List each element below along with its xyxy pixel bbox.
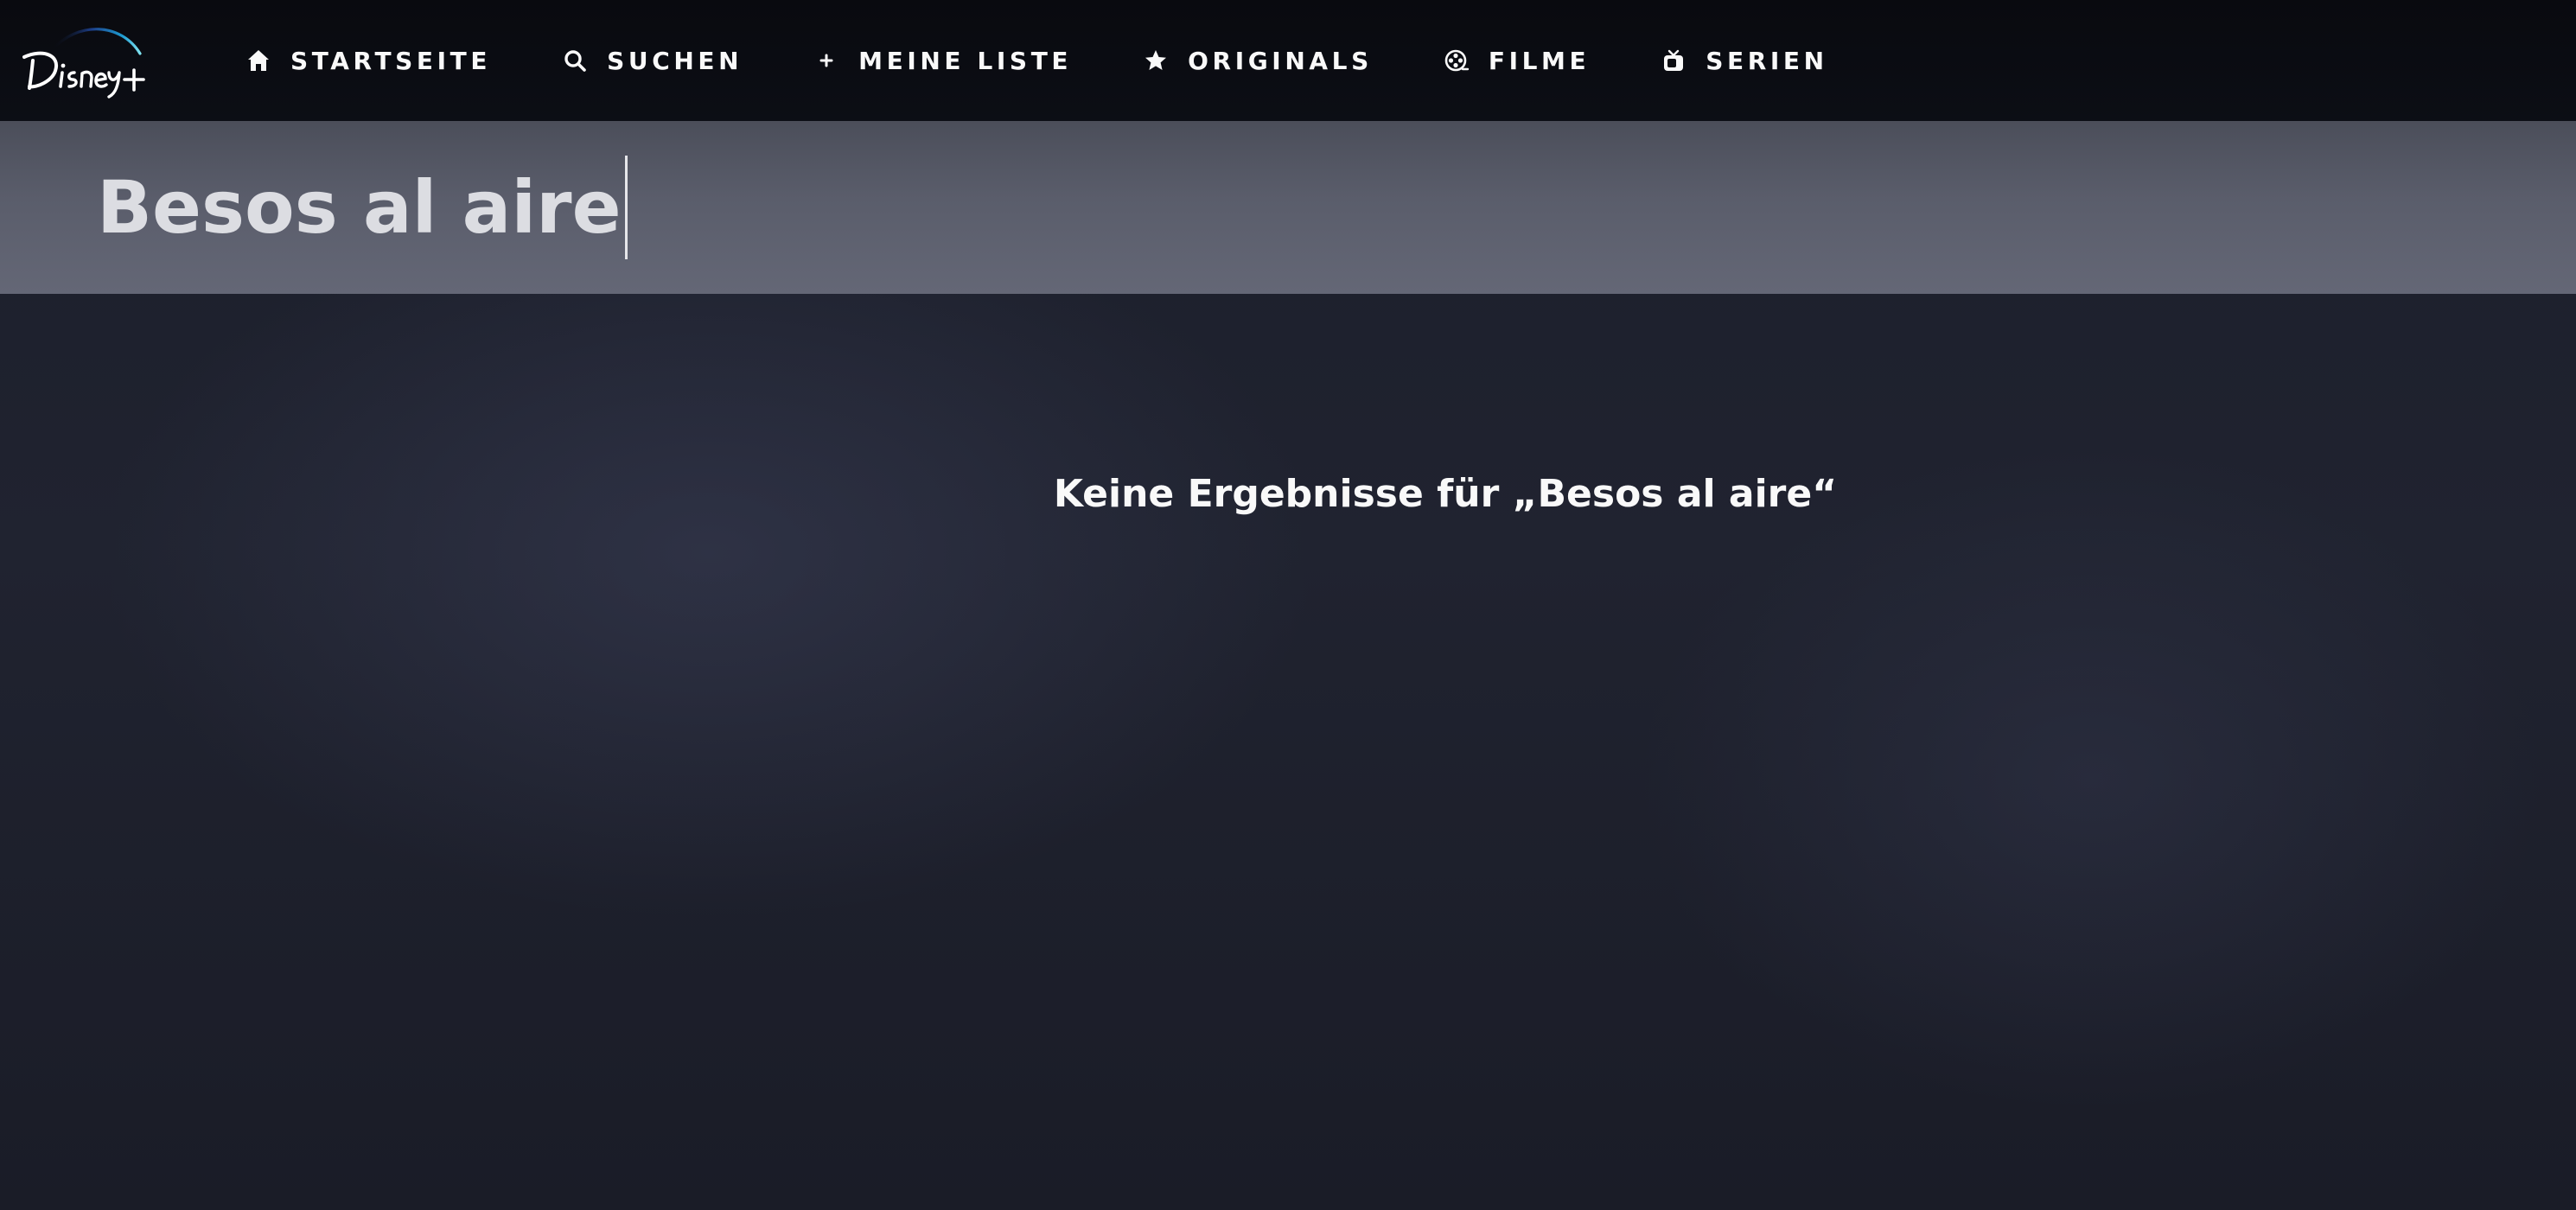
no-results-message: Keine Ergebnisse für „Besos al aire“ — [1053, 472, 1838, 516]
nav-item-serien[interactable]: SERIEN — [1659, 35, 1827, 86]
nav-label-suchen: SUCHEN — [607, 46, 743, 75]
nav-label-originals: ORIGINALS — [1188, 46, 1373, 75]
nav-label-startseite: STARTSEITE — [290, 46, 492, 75]
search-bar: Besos al aire — [0, 121, 2576, 294]
nav-item-filme[interactable]: FILME — [1442, 35, 1590, 86]
nav-item-originals[interactable]: ORIGINALS — [1141, 35, 1373, 86]
search-input[interactable]: Besos al aire — [97, 152, 628, 263]
nav-label-serien: SERIEN — [1706, 46, 1828, 75]
disney-plus-logo-mark — [22, 28, 145, 99]
search-input-value[interactable]: Besos al aire — [97, 165, 622, 250]
nav-item-meine-liste[interactable]: MEINE LISTE — [812, 35, 1072, 86]
nav-label-meine-liste: MEINE LISTE — [858, 46, 1073, 75]
nav-label-filme: FILME — [1488, 46, 1591, 75]
no-results-container: Keine Ergebnisse für „Besos al aire“ — [0, 472, 2576, 516]
nav-item-suchen[interactable]: SUCHEN — [560, 35, 743, 86]
search-icon — [560, 46, 590, 75]
tv-icon — [1659, 46, 1688, 75]
nav-menu: STARTSEITE SUCHEN MEINE LISTE ORIGINALS — [244, 0, 1897, 121]
top-navigation: STARTSEITE SUCHEN MEINE LISTE ORIGINALS — [0, 0, 2576, 121]
text-caret — [624, 156, 628, 259]
disney-plus-logo[interactable] — [17, 19, 156, 102]
star-icon — [1141, 46, 1170, 75]
nav-item-startseite[interactable]: STARTSEITE — [244, 35, 491, 86]
app-root: STARTSEITE SUCHEN MEINE LISTE ORIGINALS — [0, 0, 2576, 1210]
film-reel-icon — [1442, 46, 1471, 75]
plus-icon — [812, 46, 841, 75]
home-icon — [244, 46, 273, 75]
